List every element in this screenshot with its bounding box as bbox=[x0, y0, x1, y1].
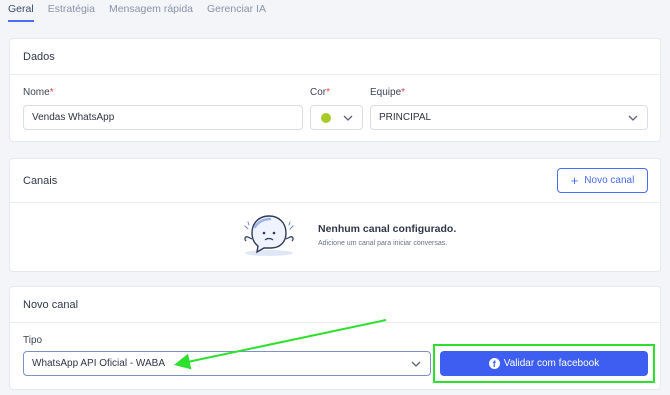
required-mark: * bbox=[401, 87, 406, 98]
tipo-select[interactable]: WhatsApp API Oficial - WABA bbox=[23, 351, 431, 376]
tipo-value: WhatsApp API Oficial - WABA bbox=[32, 358, 166, 369]
canais-title: Canais bbox=[23, 174, 58, 187]
tipo-label: Tipo bbox=[23, 335, 43, 346]
tab-mensagem-rapida[interactable]: Mensagem rápida bbox=[109, 0, 193, 22]
chevron-down-icon bbox=[411, 361, 421, 367]
nome-label: Nome* bbox=[23, 87, 54, 98]
equipe-select[interactable]: PRINCIPAL bbox=[370, 105, 648, 130]
nome-value: Vendas WhatsApp bbox=[32, 112, 115, 123]
facebook-icon: f bbox=[488, 358, 500, 369]
color-swatch bbox=[321, 112, 331, 123]
tab-bar: Geral Estratégia Mensagem rápida Gerenci… bbox=[0, 0, 670, 24]
equipe-value: PRINCIPAL bbox=[379, 112, 432, 123]
equipe-label-text: Equipe bbox=[370, 87, 402, 98]
empty-state-title: Nenhum canal configurado. bbox=[318, 223, 457, 235]
novo-canal-button[interactable]: + Novo canal bbox=[557, 168, 648, 193]
validar-facebook-label: Validar com facebook bbox=[503, 358, 600, 369]
validar-facebook-button[interactable]: f Validar com facebook bbox=[440, 351, 648, 376]
canais-card: Canais + Novo canal Nenhum canal configu… bbox=[9, 158, 661, 272]
canais-header: Canais + Novo canal bbox=[10, 159, 660, 203]
chevron-down-icon bbox=[343, 115, 353, 121]
novo-canal-button-label: Novo canal bbox=[584, 175, 635, 186]
required-mark: * bbox=[326, 87, 331, 98]
required-mark: * bbox=[49, 87, 54, 98]
cor-select[interactable] bbox=[310, 105, 363, 130]
dados-card: Dados Nome* Vendas WhatsApp Cor* Equipe*… bbox=[9, 38, 661, 142]
novo-canal-title: Novo canal bbox=[10, 287, 660, 323]
chevron-down-icon bbox=[628, 115, 638, 121]
nome-label-text: Nome bbox=[23, 87, 50, 98]
cor-label-text: Cor bbox=[310, 87, 327, 98]
equipe-label: Equipe* bbox=[370, 87, 405, 98]
empty-state-subtitle: Adicione um canal para iniciar conversas… bbox=[318, 240, 448, 247]
tab-estrategia[interactable]: Estratégia bbox=[48, 0, 95, 22]
empty-chat-illustration-icon bbox=[244, 215, 294, 256]
tab-geral[interactable]: Geral bbox=[8, 0, 34, 22]
tab-gerenciar-ia[interactable]: Gerenciar IA bbox=[207, 0, 266, 22]
cor-label: Cor* bbox=[310, 87, 330, 98]
dados-title: Dados bbox=[10, 39, 660, 75]
nome-input[interactable]: Vendas WhatsApp bbox=[23, 105, 303, 130]
novo-canal-card: Novo canal Tipo WhatsApp API Oficial - W… bbox=[9, 286, 661, 390]
plus-icon: + bbox=[570, 173, 579, 188]
